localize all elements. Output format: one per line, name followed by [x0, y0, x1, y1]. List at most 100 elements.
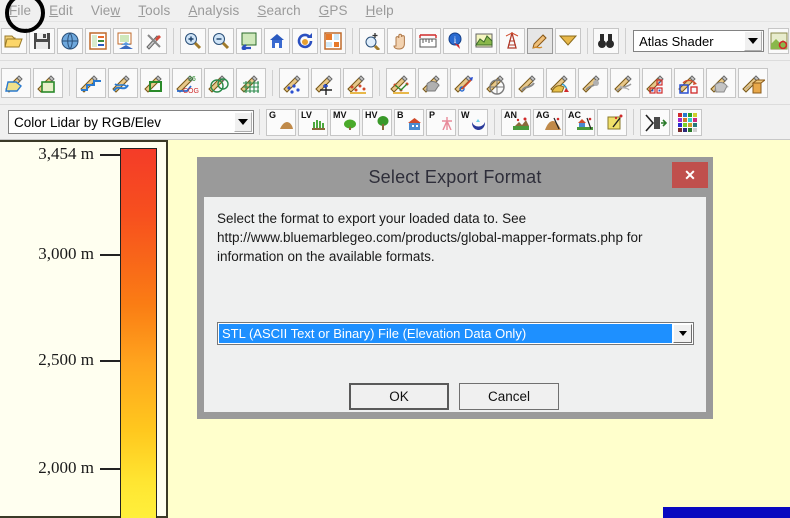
export-format-select[interactable]: STL (ASCII Text or Binary) File (Elevati… — [217, 322, 694, 345]
lidar-auto-classify-ground[interactable]: AG — [533, 108, 563, 136]
path-profile-icon[interactable] — [470, 28, 497, 54]
duplicate-feature-icon[interactable] — [674, 67, 704, 98]
zoom-select-icon[interactable] — [358, 28, 385, 54]
digitizer-toolbar: 36 COGO — [0, 61, 790, 105]
lidar-class-group: G LV MV HV B P W AN AG AC — [265, 108, 628, 136]
menu-tools[interactable]: Tools — [129, 1, 179, 20]
lidar-toolbar: Color Lidar by RGB/Elev G LV MV HV B P W AN AG AC — [0, 105, 790, 140]
split-area-icon[interactable] — [578, 67, 608, 98]
feature-info-icon[interactable]: i — [442, 28, 469, 54]
menu-gps[interactable]: GPS — [310, 1, 357, 20]
auto-buildings-icon — [577, 117, 593, 135]
legend-tick — [100, 468, 120, 470]
tile-windows-icon[interactable] — [319, 28, 346, 54]
connect-points-icon[interactable] — [386, 67, 416, 98]
lidar-auto-classify-buildings[interactable]: AC — [565, 108, 595, 136]
view-shed-icon[interactable] — [498, 28, 525, 54]
chevron-down-icon[interactable] — [234, 112, 252, 132]
copy-feature-icon[interactable] — [642, 67, 672, 98]
lidar-class-label: G — [269, 109, 277, 120]
ground-icon — [279, 117, 294, 135]
create-line-icon[interactable] — [76, 67, 106, 98]
digitizer-group-3 — [385, 67, 769, 98]
find-binoculars-icon[interactable] — [593, 28, 620, 54]
menu-edit[interactable]: Edit — [40, 1, 82, 20]
scale-feature-icon[interactable] — [482, 67, 512, 98]
toolbar-separator — [351, 28, 353, 54]
lidar-class-low-vegetation[interactable]: LV — [298, 108, 328, 136]
create-rect-area-icon[interactable] — [33, 67, 63, 98]
lidar-draw-mode-select[interactable]: Color Lidar by RGB/Elev — [8, 110, 254, 134]
lidar-class-high-vegetation[interactable]: HV — [362, 108, 392, 136]
elevation-legend: 3,454 m 3,000 m 2,500 m 2,000 m — [0, 140, 168, 518]
lidar-class-water[interactable]: W — [458, 108, 488, 136]
chevron-down-icon[interactable] — [673, 324, 692, 343]
lidar-color-palette-icon[interactable] — [672, 108, 702, 136]
zoom-toolbar-group — [179, 28, 347, 54]
zoom-in-icon[interactable] — [179, 28, 206, 54]
create-point-icon[interactable] — [279, 67, 309, 98]
lidar-class-power-line[interactable]: P — [426, 108, 456, 136]
svg-text:COGO: COGO — [183, 88, 199, 95]
shader-dropdown-icon[interactable] — [554, 28, 581, 54]
ok-button[interactable]: OK — [349, 383, 449, 410]
create-freehand-line-icon[interactable] — [108, 67, 138, 98]
menu-analysis[interactable]: Analysis — [179, 1, 248, 20]
create-area-icon[interactable] — [1, 67, 31, 98]
configure-tools-icon[interactable] — [141, 28, 167, 54]
low-vegetation-icon — [311, 117, 326, 135]
multi-point-icon[interactable] — [343, 67, 373, 98]
create-coord-point-icon[interactable] — [311, 67, 341, 98]
crop-feature-icon[interactable] — [514, 67, 544, 98]
lidar-class-building[interactable]: B — [394, 108, 424, 136]
save-disk-icon[interactable] — [29, 28, 55, 54]
combine-areas-icon[interactable] — [546, 67, 576, 98]
create-grid-icon[interactable] — [236, 67, 266, 98]
map-blue-feature — [663, 507, 790, 518]
chevron-down-icon[interactable] — [744, 31, 763, 51]
toolbar-separator — [494, 109, 495, 135]
create-range-rings-icon[interactable] — [204, 67, 234, 98]
edit-feature-icon[interactable] — [738, 67, 768, 98]
extract-features-icon[interactable] — [640, 108, 670, 136]
globe-icon[interactable] — [57, 28, 83, 54]
map-catalog-icon[interactable] — [768, 28, 790, 54]
tools-toolbar-group: i — [358, 28, 582, 54]
create-cogo-line-icon[interactable]: 36 COGO — [172, 67, 202, 98]
pan-hand-icon[interactable] — [386, 28, 413, 54]
dialog-title: Select Export Format — [368, 167, 542, 187]
menu-search[interactable]: Search — [248, 1, 309, 20]
classify-wand-icon — [607, 114, 625, 135]
rotate-feature-icon[interactable] — [450, 67, 480, 98]
digitizer-icon[interactable] — [526, 28, 553, 54]
zoom-out-icon[interactable] — [207, 28, 234, 54]
toolbar-separator — [379, 69, 380, 96]
menu-help[interactable]: Help — [357, 1, 403, 20]
close-icon[interactable]: ✕ — [672, 162, 708, 188]
full-view-home-icon[interactable] — [263, 28, 290, 54]
lidar-class-medium-vegetation[interactable]: MV — [330, 108, 360, 136]
open-folder-icon[interactable] — [1, 28, 27, 54]
delete-feature-icon[interactable] — [706, 67, 736, 98]
layer-control-icon[interactable] — [85, 28, 111, 54]
toolbar-separator — [586, 28, 588, 54]
export-layers-icon[interactable] — [113, 28, 139, 54]
menu-file[interactable]: File — [0, 1, 40, 20]
zoom-to-layer-icon[interactable] — [235, 28, 262, 54]
menu-bar: File Edit View Tools Analysis Search GPS Help — [0, 0, 790, 22]
lidar-class-ground[interactable]: G — [266, 108, 296, 136]
shader-select[interactable]: Atlas Shader — [633, 30, 765, 52]
menu-view[interactable]: View — [82, 1, 129, 20]
dialog-description: Select the format to export your loaded … — [217, 211, 643, 264]
move-feature-icon[interactable] — [418, 67, 448, 98]
toolbar-separator — [625, 28, 627, 54]
lidar-auto-classify-noise[interactable]: AN — [501, 108, 531, 136]
lidar-apply-classify[interactable] — [597, 108, 627, 136]
redraw-icon[interactable] — [291, 28, 318, 54]
offset-feature-icon[interactable] — [610, 67, 640, 98]
toolbar-separator — [69, 69, 70, 96]
create-rect-line-icon[interactable] — [140, 67, 170, 98]
high-vegetation-icon — [376, 115, 390, 135]
measure-icon[interactable] — [414, 28, 441, 54]
cancel-button[interactable]: Cancel — [459, 383, 559, 410]
